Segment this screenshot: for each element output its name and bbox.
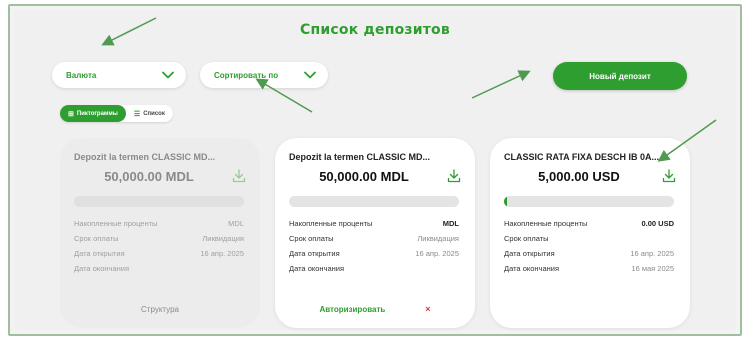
detail-label: Дата окончания [504, 264, 560, 273]
structure-link[interactable]: Структура [141, 305, 179, 314]
detail-value: MDL [228, 219, 244, 228]
currency-select-label: Валюта [66, 70, 97, 80]
grid-icon: ⊞ [68, 110, 74, 118]
deposit-card[interactable]: CLASSIC RATA FIXA DESCH IB 0A... 5,000.0… [490, 138, 690, 328]
detail-row: Дата открытия 16 апр. 2025 [74, 246, 244, 261]
chevron-down-icon [304, 71, 316, 79]
view-list-label: Список [143, 110, 165, 117]
deposits-panel: Список депозитов Валюта Сортировать по Н… [14, 10, 736, 330]
deposit-title: Depozit la termen CLASSIC MD... [289, 152, 431, 162]
detail-label: Срок оплаты [74, 234, 119, 243]
detail-row: Дата окончания [74, 261, 244, 276]
view-list-button[interactable]: ☰ Список [126, 105, 173, 122]
detail-label: Дата окончания [74, 264, 130, 273]
detail-row: Дата открытия 16 апр. 2025 [289, 246, 459, 261]
authorize-button[interactable]: Авторизировать [319, 305, 385, 314]
detail-row: Накопленные проценты MDL [74, 216, 244, 231]
detail-label: Срок оплаты [289, 234, 334, 243]
deposit-details: Накопленные проценты MDL Срок оплаты Ликви… [289, 216, 459, 276]
card-footer: Структура [60, 305, 260, 314]
download-icon[interactable] [662, 169, 676, 183]
detail-label: Дата окончания [289, 264, 345, 273]
detail-row: Дата открытия 16 апр. 2025 [504, 246, 674, 261]
cancel-button[interactable]: × [425, 304, 430, 314]
page-frame: Список депозитов Валюта Сортировать по Н… [8, 4, 742, 336]
deposit-details: Накопленные проценты 0.00 USD Срок оплаты… [504, 216, 674, 276]
detail-label: Накопленные проценты [289, 219, 373, 228]
deposit-details: Накопленные проценты MDL Срок оплаты Ликви… [74, 216, 244, 276]
deposit-card[interactable]: Depozit la termen CLASSIC MD... 50,000.0… [60, 138, 260, 328]
detail-label: Срок оплаты [504, 234, 549, 243]
view-toggle: ⊞ Пиктограммы ☰ Список [60, 105, 173, 122]
detail-row: Дата окончания [289, 261, 459, 276]
detail-row: Дата окончания 16 мая 2025 [504, 261, 674, 276]
detail-value: Ликвидация [202, 234, 244, 243]
chevron-down-icon [162, 71, 174, 79]
detail-value: 16 мая 2025 [631, 264, 674, 273]
detail-row: Накопленные проценты MDL [289, 216, 459, 231]
detail-label: Дата открытия [74, 249, 125, 258]
deposit-amount: 5,000.00 USD [538, 169, 620, 184]
deposit-title: Depozit la termen CLASSIC MD... [74, 152, 216, 162]
sort-select-label: Сортировать по [214, 70, 279, 80]
detail-label: Накопленные проценты [74, 219, 158, 228]
detail-value: 16 апр. 2025 [200, 249, 244, 258]
detail-value: 16 апр. 2025 [630, 249, 674, 258]
deposit-progress-fill [504, 196, 508, 207]
detail-value: 16 апр. 2025 [415, 249, 459, 258]
deposit-card[interactable]: Depozit la termen CLASSIC MD... 50,000.0… [275, 138, 475, 328]
view-tiles-button[interactable]: ⊞ Пиктограммы [60, 105, 126, 122]
detail-row: Срок оплаты [504, 231, 674, 246]
download-icon[interactable] [447, 169, 461, 183]
deposit-progress [74, 196, 244, 207]
detail-row: Накопленные проценты 0.00 USD [504, 216, 674, 231]
download-icon[interactable] [232, 169, 246, 183]
currency-select[interactable]: Валюта [52, 62, 186, 88]
page-title: Список депозитов [300, 22, 450, 38]
deposit-amount: 50,000.00 MDL [319, 169, 409, 184]
deposit-title: CLASSIC RATA FIXA DESCH IB 0A... [504, 152, 660, 162]
detail-row: Срок оплаты Ликвидация [74, 231, 244, 246]
detail-row: Срок оплаты Ликвидация [289, 231, 459, 246]
deposit-progress [289, 196, 459, 207]
detail-value: Ликвидация [417, 234, 459, 243]
card-footer: Авторизировать × [275, 304, 475, 314]
deposit-progress [504, 196, 674, 207]
new-deposit-button[interactable]: Новый депозит [553, 62, 687, 90]
list-icon: ☰ [133, 110, 141, 118]
detail-label: Дата открытия [289, 249, 340, 258]
view-tiles-label: Пиктограммы [76, 110, 118, 117]
detail-label: Накопленные проценты [504, 219, 588, 228]
sort-select[interactable]: Сортировать по [200, 62, 328, 88]
deposit-amount: 50,000.00 MDL [104, 169, 194, 184]
detail-value: 0.00 USD [641, 219, 674, 228]
detail-label: Дата открытия [504, 249, 555, 258]
detail-value: MDL [442, 219, 459, 228]
